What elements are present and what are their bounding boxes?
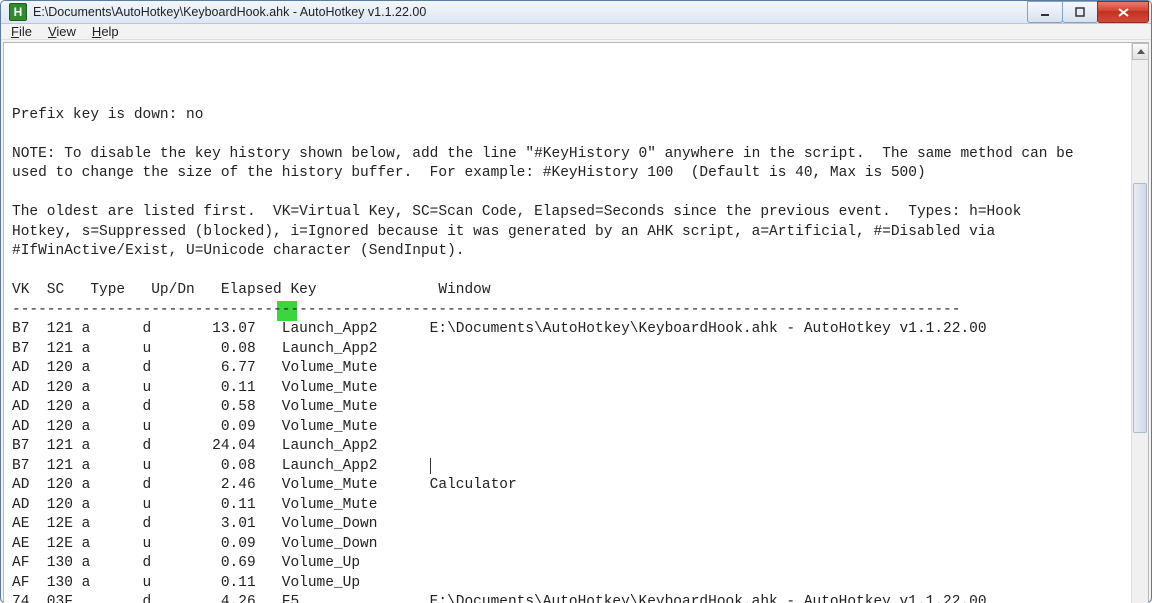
app-icon: H — [9, 3, 27, 21]
scroll-thumb[interactable] — [1133, 183, 1147, 433]
menubar: File View Help — [1, 24, 1151, 40]
text-cursor — [430, 458, 431, 474]
window-controls — [1028, 1, 1149, 23]
minimize-button[interactable] — [1027, 1, 1063, 23]
client-area: Prefix key is down: no NOTE: To disable … — [3, 42, 1149, 603]
titlebar[interactable]: H E:\Documents\AutoHotkey\KeyboardHook.a… — [1, 1, 1151, 24]
close-icon — [1117, 7, 1130, 18]
window-title: E:\Documents\AutoHotkey\KeyboardHook.ahk… — [33, 5, 426, 19]
vertical-scrollbar[interactable] — [1131, 43, 1148, 603]
menu-help[interactable]: Help — [92, 24, 119, 39]
minimize-icon — [1040, 7, 1051, 18]
key-history-text[interactable]: Prefix key is down: no NOTE: To disable … — [4, 43, 1131, 603]
menu-file[interactable]: File — [11, 24, 32, 39]
close-button[interactable] — [1097, 1, 1149, 23]
maximize-icon — [1075, 7, 1086, 18]
menu-view[interactable]: View — [48, 24, 76, 39]
app-window: H E:\Documents\AutoHotkey\KeyboardHook.a… — [0, 0, 1152, 603]
chevron-up-icon — [1137, 49, 1145, 54]
scroll-up-button[interactable] — [1132, 43, 1149, 60]
maximize-button[interactable] — [1062, 1, 1098, 23]
